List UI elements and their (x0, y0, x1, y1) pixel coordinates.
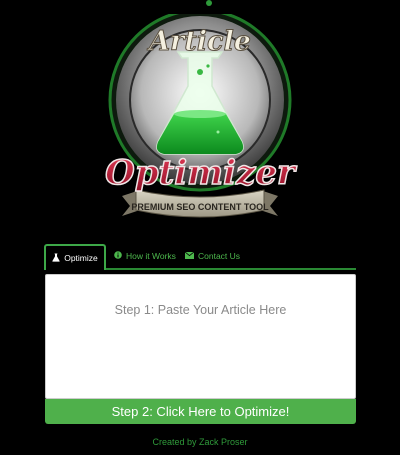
page: Article PREMIUM SEO CONTENT TOOL Optimiz… (0, 0, 400, 455)
logo-banner-text: PREMIUM SEO CONTENT TOOL (131, 202, 269, 212)
tab-optimize-label: Optimize (64, 253, 98, 263)
top-dot-decoration (206, 0, 212, 6)
article-optimizer-logo: Article PREMIUM SEO CONTENT TOOL Optimiz… (100, 8, 300, 236)
nav-tabs: Optimize How it Works Contact Us (44, 244, 356, 270)
logo-graphic: Article PREMIUM SEO CONTENT TOOL Optimiz… (104, 8, 298, 218)
logo-title-main: Optimizer (105, 153, 297, 193)
article-input-container: Step 1: Paste Your Article Here (45, 274, 356, 399)
tab-contact-us-label: Contact Us (198, 251, 241, 261)
info-circle-icon (114, 251, 122, 261)
envelope-icon (184, 251, 195, 261)
optimize-button[interactable]: Step 2: Click Here to Optimize! (45, 399, 356, 424)
footer-credit: Created by Zack Proser (152, 437, 248, 447)
logo-title-top: Article (146, 26, 251, 57)
tab-how-it-works[interactable]: How it Works (114, 244, 176, 268)
flask-icon (52, 253, 60, 264)
article-input[interactable] (46, 275, 355, 398)
tab-how-it-works-label: How it Works (126, 251, 176, 261)
tab-optimize[interactable]: Optimize (44, 244, 106, 270)
tab-contact-us[interactable]: Contact Us (184, 244, 241, 268)
